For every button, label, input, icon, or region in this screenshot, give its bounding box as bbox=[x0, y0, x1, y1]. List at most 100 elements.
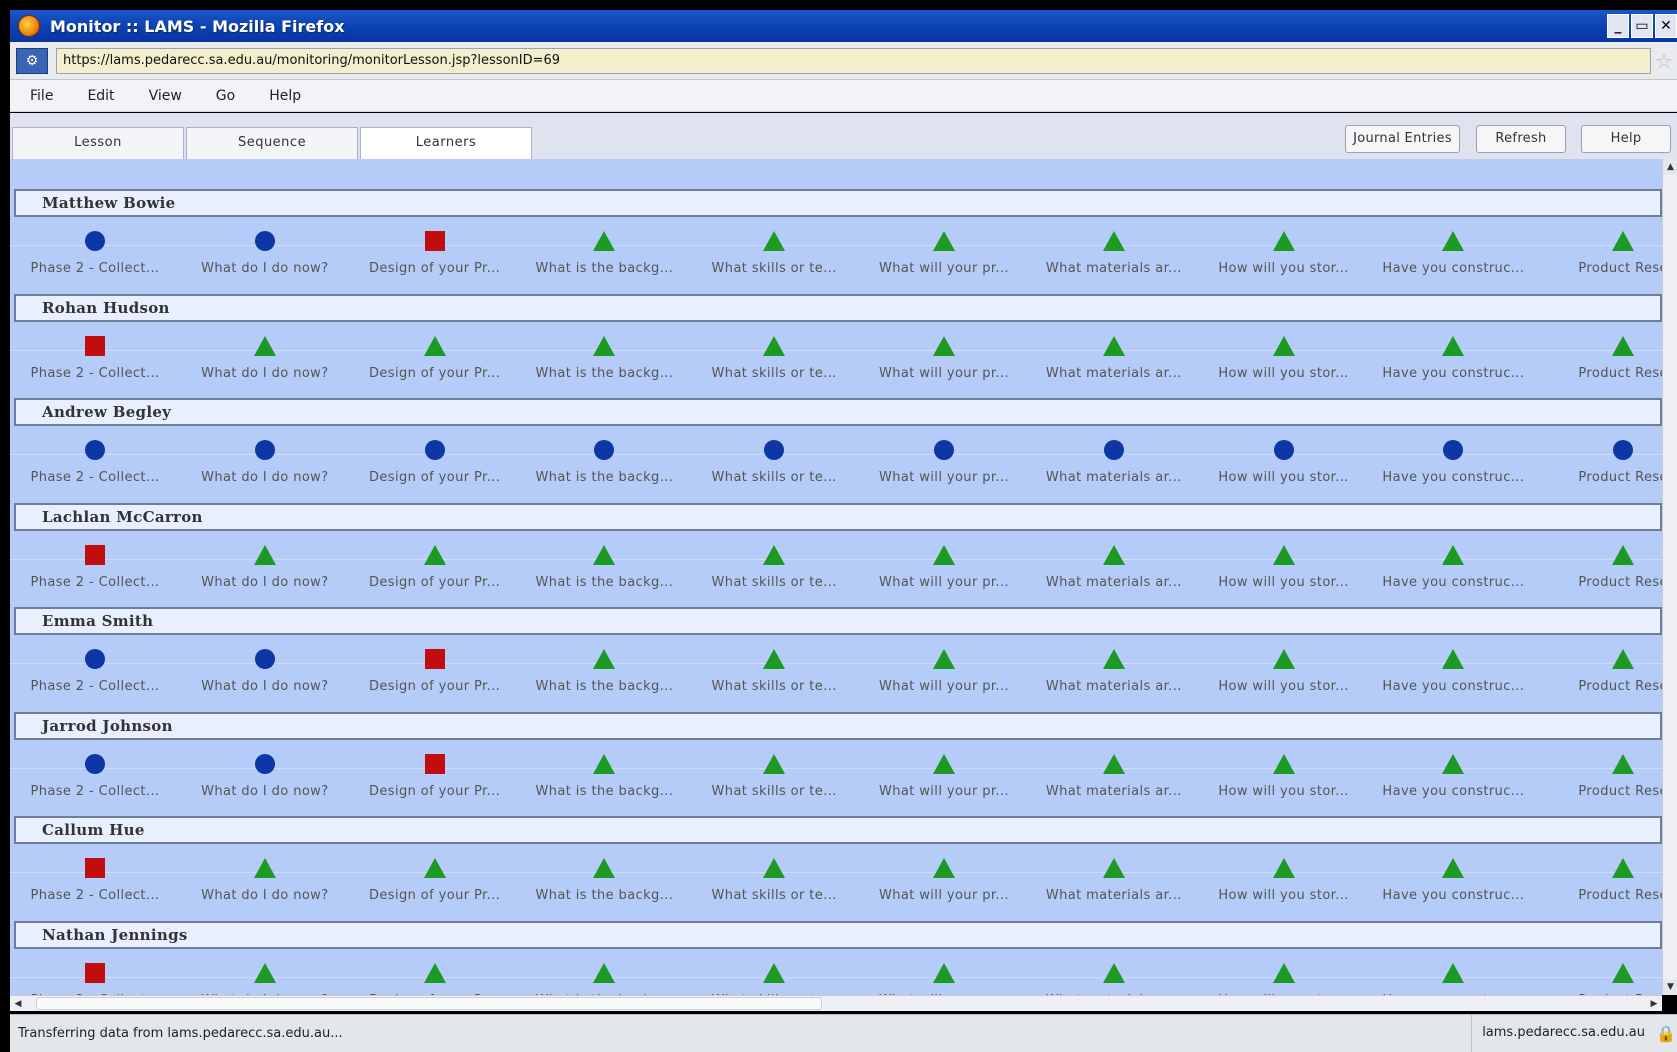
completed-circle-icon[interactable] bbox=[934, 440, 954, 460]
menu-go[interactable]: Go bbox=[202, 88, 249, 104]
current-square-icon[interactable] bbox=[85, 858, 105, 878]
learner-name[interactable]: Nathan Jennings bbox=[14, 920, 1662, 949]
completed-circle-icon[interactable] bbox=[1103, 440, 1124, 460]
learner-name[interactable]: Callum Hue bbox=[14, 816, 1662, 844]
not-started-triangle-icon[interactable] bbox=[1442, 858, 1465, 878]
activity-node[interactable]: Product Rese bbox=[1538, 962, 1662, 995]
learner-name[interactable]: Lachlan McCarron bbox=[14, 502, 1662, 531]
completed-circle-icon[interactable] bbox=[85, 649, 105, 669]
not-started-triangle-icon[interactable] bbox=[1442, 544, 1465, 565]
not-started-triangle-icon[interactable] bbox=[593, 649, 616, 669]
activity-node[interactable]: What do I do now? bbox=[180, 962, 350, 995]
completed-circle-icon[interactable] bbox=[1613, 440, 1634, 460]
not-started-triangle-icon[interactable] bbox=[1272, 753, 1295, 774]
scroll-right-icon[interactable]: ▶ bbox=[1646, 996, 1662, 1012]
not-started-triangle-icon[interactable] bbox=[1102, 649, 1125, 669]
activity-node[interactable]: Phase 2 - Collect... bbox=[10, 962, 180, 995]
not-started-triangle-icon[interactable] bbox=[1612, 962, 1635, 983]
not-started-triangle-icon[interactable] bbox=[423, 335, 446, 356]
not-started-triangle-icon[interactable] bbox=[1272, 544, 1295, 565]
not-started-triangle-icon[interactable] bbox=[933, 753, 955, 774]
not-started-triangle-icon[interactable] bbox=[1272, 335, 1295, 356]
completed-circle-icon[interactable] bbox=[594, 440, 615, 460]
not-started-triangle-icon[interactable] bbox=[1102, 335, 1125, 356]
not-started-triangle-icon[interactable] bbox=[1272, 962, 1295, 983]
menu-help[interactable]: Help bbox=[255, 88, 315, 104]
not-started-triangle-icon[interactable] bbox=[593, 231, 616, 251]
not-started-triangle-icon[interactable] bbox=[763, 544, 786, 565]
completed-circle-icon[interactable] bbox=[254, 649, 275, 669]
not-started-triangle-icon[interactable] bbox=[763, 858, 786, 878]
not-started-triangle-icon[interactable] bbox=[423, 962, 446, 983]
menu-file[interactable]: File bbox=[16, 88, 67, 104]
current-square-icon[interactable] bbox=[85, 962, 105, 983]
current-square-icon[interactable] bbox=[85, 544, 105, 565]
not-started-triangle-icon[interactable] bbox=[1612, 231, 1635, 251]
not-started-triangle-icon[interactable] bbox=[593, 962, 616, 983]
not-started-triangle-icon[interactable] bbox=[1442, 231, 1465, 251]
not-started-triangle-icon[interactable] bbox=[1612, 858, 1635, 878]
current-square-icon[interactable] bbox=[424, 753, 445, 774]
not-started-triangle-icon[interactable] bbox=[423, 858, 446, 878]
not-started-triangle-icon[interactable] bbox=[253, 858, 276, 878]
not-started-triangle-icon[interactable] bbox=[423, 544, 446, 565]
activity-node[interactable]: What is the backg... bbox=[519, 962, 689, 995]
completed-circle-icon[interactable] bbox=[254, 440, 275, 460]
menu-edit[interactable]: Edit bbox=[73, 88, 128, 104]
scroll-down-icon[interactable]: ▼ bbox=[1663, 979, 1677, 995]
not-started-triangle-icon[interactable] bbox=[763, 649, 786, 669]
current-square-icon[interactable] bbox=[85, 335, 105, 356]
tab-learners[interactable]: Learners bbox=[360, 127, 532, 159]
not-started-triangle-icon[interactable] bbox=[933, 231, 955, 251]
activity-node[interactable]: What skills or te... bbox=[689, 962, 859, 995]
not-started-triangle-icon[interactable] bbox=[1272, 858, 1295, 878]
lock-icon[interactable]: 🔒 bbox=[1655, 1024, 1677, 1043]
tab-sequence[interactable]: Sequence bbox=[186, 127, 358, 159]
current-square-icon[interactable] bbox=[424, 231, 445, 251]
not-started-triangle-icon[interactable] bbox=[593, 335, 616, 356]
completed-circle-icon[interactable] bbox=[85, 231, 105, 251]
not-started-triangle-icon[interactable] bbox=[763, 962, 786, 983]
activity-node[interactable]: What will your pr... bbox=[859, 962, 1029, 995]
not-started-triangle-icon[interactable] bbox=[1612, 649, 1635, 669]
completed-circle-icon[interactable] bbox=[85, 753, 105, 774]
menu-view[interactable]: View bbox=[135, 88, 196, 104]
not-started-triangle-icon[interactable] bbox=[1612, 544, 1635, 565]
horizontal-scrollbar[interactable]: ◀ ▶ bbox=[10, 995, 1662, 1011]
completed-circle-icon[interactable] bbox=[85, 440, 105, 460]
not-started-triangle-icon[interactable] bbox=[763, 753, 786, 774]
activity-node[interactable]: How will you stor... bbox=[1199, 962, 1369, 995]
not-started-triangle-icon[interactable] bbox=[933, 335, 955, 356]
not-started-triangle-icon[interactable] bbox=[253, 544, 276, 565]
horizontal-scroll-thumb[interactable] bbox=[36, 997, 822, 1010]
not-started-triangle-icon[interactable] bbox=[1442, 649, 1465, 669]
current-square-icon[interactable] bbox=[424, 649, 445, 669]
learner-name[interactable]: Rohan Hudson bbox=[14, 293, 1662, 322]
not-started-triangle-icon[interactable] bbox=[763, 335, 786, 356]
not-started-triangle-icon[interactable] bbox=[1102, 962, 1125, 983]
not-started-triangle-icon[interactable] bbox=[1102, 544, 1125, 565]
site-identity-icon[interactable]: ⚙ bbox=[16, 47, 48, 74]
journal-entries-button[interactable]: Journal Entries bbox=[1345, 125, 1460, 153]
not-started-triangle-icon[interactable] bbox=[1272, 649, 1295, 669]
activity-node[interactable]: Design of your Pr... bbox=[350, 962, 520, 995]
not-started-triangle-icon[interactable] bbox=[763, 231, 786, 251]
learner-name[interactable]: Jarrod Johnson bbox=[14, 711, 1662, 740]
not-started-triangle-icon[interactable] bbox=[933, 962, 955, 983]
not-started-triangle-icon[interactable] bbox=[933, 544, 955, 565]
learner-name[interactable]: Andrew Begley bbox=[14, 398, 1662, 426]
not-started-triangle-icon[interactable] bbox=[253, 962, 276, 983]
completed-circle-icon[interactable] bbox=[424, 440, 445, 460]
not-started-triangle-icon[interactable] bbox=[1442, 335, 1465, 356]
vertical-scrollbar[interactable]: ▲ ▼ bbox=[1662, 159, 1677, 995]
not-started-triangle-icon[interactable] bbox=[1102, 858, 1125, 878]
not-started-triangle-icon[interactable] bbox=[1102, 231, 1125, 251]
close-button[interactable]: ✕ bbox=[1655, 14, 1677, 38]
help-button[interactable]: Help bbox=[1581, 125, 1671, 153]
not-started-triangle-icon[interactable] bbox=[1102, 753, 1125, 774]
not-started-triangle-icon[interactable] bbox=[1272, 231, 1295, 251]
not-started-triangle-icon[interactable] bbox=[253, 335, 276, 356]
refresh-button[interactable]: Refresh bbox=[1476, 125, 1566, 153]
learner-name[interactable]: Matthew Bowie bbox=[14, 189, 1662, 217]
not-started-triangle-icon[interactable] bbox=[593, 544, 616, 565]
